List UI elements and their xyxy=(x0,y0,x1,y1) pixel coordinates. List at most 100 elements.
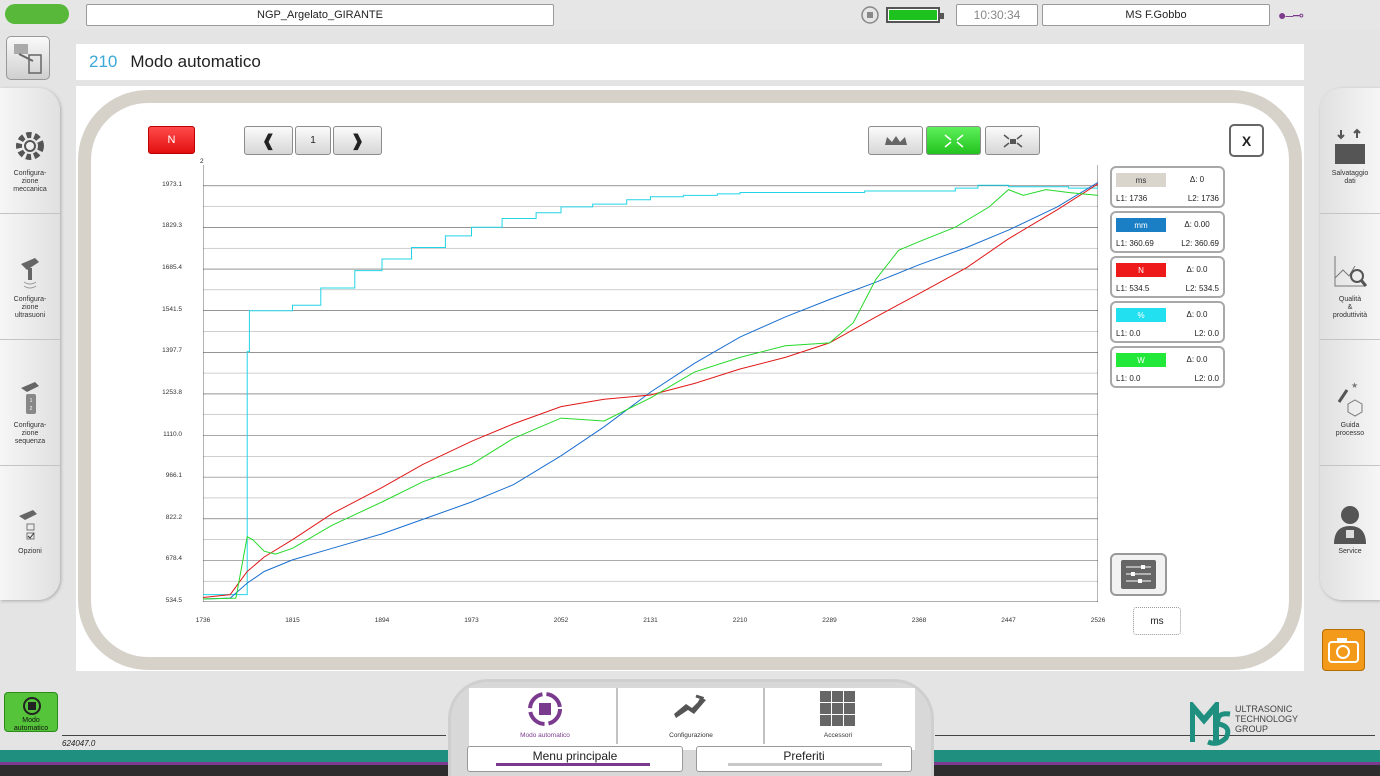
configuration-icon xyxy=(674,694,706,718)
left-nav: Configura- zione meccanica Configura- zi… xyxy=(0,88,60,600)
y-tick-label: 678.4 xyxy=(165,555,182,563)
next-page-button[interactable]: ❱ xyxy=(333,126,382,155)
right-nav: Salvataggio dati Qualità & produttività … xyxy=(1320,88,1380,600)
series-line-W xyxy=(203,189,1098,600)
expand-icon xyxy=(944,133,963,148)
unit-select-button[interactable]: N xyxy=(148,126,195,154)
divider xyxy=(62,735,446,736)
svg-text:★: ★ xyxy=(1351,381,1358,390)
legend-item[interactable]: ms Δ: 0 L1: 1736 L2: 1736 xyxy=(1110,166,1225,208)
y-tick-label: 1397.7 xyxy=(162,347,182,355)
legend-l2: L2: 534.5 xyxy=(1185,284,1219,293)
sync-status-icon xyxy=(860,5,880,25)
legend-item[interactable]: N Δ: 0.0 L1: 534.5 L2: 534.5 xyxy=(1110,256,1225,298)
camera-icon xyxy=(1328,638,1359,663)
user-field[interactable]: MS F.Gobbo xyxy=(1042,4,1270,26)
tab-main-menu[interactable]: Menu principale xyxy=(467,746,683,772)
page-header: 210 Modo automatico xyxy=(76,44,1304,80)
legend-item[interactable]: W Δ: 0.0 L1: 0.0 L2: 0.0 xyxy=(1110,346,1225,388)
series-line-% xyxy=(203,184,1098,596)
save-data-icon xyxy=(1335,128,1365,164)
x-tick-label: 1973 xyxy=(464,617,479,624)
screenshot-button[interactable] xyxy=(1322,629,1365,671)
legend-delta: Δ: 0.0 xyxy=(1186,310,1208,319)
nav-sequence-config[interactable]: 12 Configura- zione sequenza xyxy=(0,340,60,466)
x-tick-label: 1894 xyxy=(374,617,390,624)
nav-save-data[interactable]: Salvataggio dati xyxy=(1320,88,1380,214)
series-line-N xyxy=(203,183,1098,598)
y-tick-label: 1541.5 xyxy=(162,305,182,313)
accessories-grid-icon xyxy=(820,691,855,726)
y-tick-label: 1685.4 xyxy=(162,264,182,272)
legend-swatch: mm xyxy=(1116,218,1166,232)
legend-l1: L1: 0.0 xyxy=(1116,374,1141,383)
legend-delta: Δ: 0 xyxy=(1189,175,1205,184)
sliders-icon xyxy=(1121,560,1156,589)
legend-l1: L1: 534.5 xyxy=(1116,284,1150,293)
nav-mechanical-config[interactable]: Configura- zione meccanica xyxy=(0,88,60,214)
legend-delta: Δ: 0.0 xyxy=(1186,355,1208,364)
x-tick-label: 1736 xyxy=(195,617,211,624)
nav-ultrasonic-config[interactable]: Configura- zione ultrasuoni xyxy=(0,214,60,340)
x-unit-label: ms xyxy=(1133,607,1181,635)
y-tick-label: 822.2 xyxy=(165,513,182,521)
status-pill[interactable] xyxy=(5,4,69,24)
clock: 10:30:34 xyxy=(956,4,1038,26)
reference-curve-button[interactable] xyxy=(868,126,923,155)
x-tick-label: 2289 xyxy=(822,617,837,624)
series-line-mm xyxy=(203,181,1098,600)
auto-mode-button[interactable]: Modo automatico xyxy=(4,692,58,732)
tab-favorites-indicator xyxy=(728,763,882,766)
machine-code: 624047.0 xyxy=(62,739,96,748)
tab-main-indicator xyxy=(496,763,650,766)
legend-l1: L1: 360.69 xyxy=(1116,239,1154,248)
nav-service[interactable]: Service xyxy=(1320,466,1380,592)
dock-auto-mode[interactable]: Modo automatico xyxy=(472,686,618,744)
page-title: Modo automatico xyxy=(130,52,261,71)
close-chart-button[interactable]: X xyxy=(1229,124,1264,157)
nav-process-guide[interactable]: ★ Guida processo xyxy=(1320,340,1380,466)
auto-mode-icon xyxy=(23,697,41,715)
legend-swatch: W xyxy=(1116,353,1166,367)
legend-l1: L1: 1736 xyxy=(1116,194,1148,203)
nav-options[interactable]: Opzioni xyxy=(0,466,60,592)
prev-page-button[interactable]: ❰ xyxy=(244,126,293,155)
process-curve-chart[interactable] xyxy=(203,165,1098,602)
legend-delta: Δ: 0.0 xyxy=(1186,265,1208,274)
page-number-field[interactable]: 1 xyxy=(295,126,331,155)
page-number: 210 xyxy=(89,52,118,71)
legend-delta: Δ: 0.00 xyxy=(1184,220,1210,229)
dock-accessories[interactable]: Accessori xyxy=(765,686,911,744)
svg-text:2: 2 xyxy=(30,406,33,412)
tab-favorites[interactable]: Preferiti xyxy=(696,746,912,772)
x-tick-label: 1815 xyxy=(285,617,300,624)
y-tick-label: 1253.8 xyxy=(162,388,182,396)
y-tick-label: 534.5 xyxy=(165,597,182,604)
legend-swatch: ms xyxy=(1116,173,1166,187)
lock-zoom-button[interactable] xyxy=(985,126,1040,155)
process-guide-icon: ★ xyxy=(1337,381,1363,417)
chart-settings-button[interactable] xyxy=(1110,553,1167,596)
legend-l1: L1: 0.0 xyxy=(1116,329,1141,338)
sequence-icon: 12 xyxy=(21,382,39,414)
program-name-field[interactable]: NGP_Argelato_GIRANTE xyxy=(86,4,554,26)
company-logo: ULTRASONIC TECHNOLOGY GROUP xyxy=(1189,697,1320,748)
machine-icon xyxy=(14,44,42,74)
x-tick-label: 2210 xyxy=(732,617,748,624)
legend-item[interactable]: mm Δ: 0.00 L1: 360.69 L2: 360.69 xyxy=(1110,211,1225,253)
sonotrode-icon xyxy=(21,258,39,289)
legend-item[interactable]: % Δ: 0.0 L1: 0.0 L2: 0.0 xyxy=(1110,301,1225,343)
y-tick-label: 1110.0 xyxy=(163,430,182,438)
dock-configuration[interactable]: Configurazione xyxy=(618,686,764,744)
legend-swatch: % xyxy=(1116,308,1166,322)
usb-icon: ●‒⊸ xyxy=(1278,7,1304,23)
x-tick-label: 2052 xyxy=(553,617,569,624)
svg-text:1: 1 xyxy=(30,398,33,404)
zoom-fit-button[interactable] xyxy=(926,126,981,155)
x-tick-label: 2131 xyxy=(643,617,658,624)
machine-home-button[interactable] xyxy=(6,36,50,80)
legend-l2: L2: 360.69 xyxy=(1181,239,1219,248)
nav-quality-productivity[interactable]: Qualità & produttività xyxy=(1320,214,1380,340)
legend-l2: L2: 1736 xyxy=(1187,194,1219,203)
legend-swatch: N xyxy=(1116,263,1166,277)
